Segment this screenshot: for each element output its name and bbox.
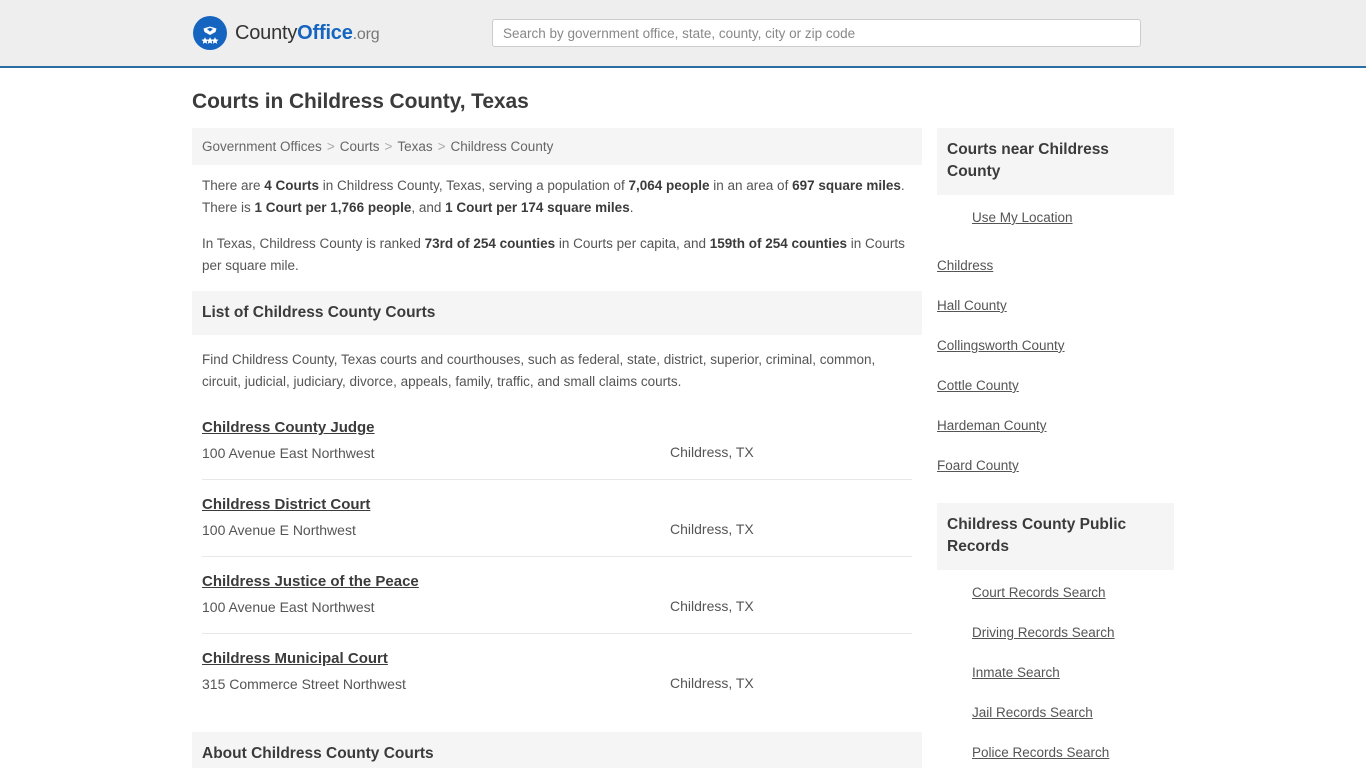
- intro-paragraph-rankings: In Texas, Childress County is ranked 73r…: [202, 233, 912, 277]
- list-item: Jail Records Search: [972, 704, 1174, 722]
- logo-text-org: .org: [352, 25, 380, 43]
- breadcrumb-separator: >: [437, 139, 446, 154]
- breadcrumb-item-courts[interactable]: Courts: [340, 139, 380, 154]
- list-item: Driving Records Search: [972, 624, 1174, 642]
- sidebar: Courts near Childress County Use My Loca…: [937, 128, 1174, 768]
- court-name-link[interactable]: Childress County Judge: [202, 419, 375, 436]
- site-logo-link[interactable]: CountyOffice.org: [192, 15, 380, 51]
- section-heading-about: About Childress County Courts: [192, 732, 922, 768]
- sidebar-item-police-records-search[interactable]: Police Records Search: [972, 745, 1109, 760]
- stat-population: 7,064 people: [628, 178, 710, 193]
- sidebar-block-nearby-courts: Courts near Childress County Use My Loca…: [937, 128, 1174, 475]
- sidebar-heading-public-records: Childress County Public Records: [937, 502, 1174, 570]
- sidebar-nearby-location-list: Use My Location: [937, 195, 1174, 227]
- court-name-link[interactable]: Childress Municipal Court: [202, 650, 388, 667]
- stat-rank-per-capita: 73rd of 254 counties: [424, 236, 556, 251]
- use-my-location-link[interactable]: Use My Location: [972, 210, 1073, 225]
- intro-text: in an area of: [709, 178, 793, 193]
- list-item: Court Records Search: [972, 584, 1174, 602]
- sidebar-heading-nearby: Courts near Childress County: [937, 128, 1174, 195]
- court-list: Childress County Judge 100 Avenue East N…: [192, 403, 922, 710]
- list-item: Police Records Search: [972, 744, 1174, 762]
- logo-text-office: Office: [297, 21, 353, 44]
- breadcrumb-item-texas[interactable]: Texas: [397, 139, 432, 154]
- sidebar-item-hardeman-county[interactable]: Hardeman County: [937, 418, 1047, 433]
- sidebar-item-foard-county[interactable]: Foard County: [937, 458, 1019, 473]
- breadcrumb-item-childress-county[interactable]: Childress County: [451, 139, 554, 154]
- intro-statistics: There are 4 Courts in Childress County, …: [192, 165, 922, 277]
- stat-area: 697 square miles: [792, 178, 901, 193]
- list-item: Use My Location: [972, 209, 1174, 227]
- court-details: Childress Municipal Court 315 Commerce S…: [202, 650, 670, 695]
- sidebar-item-inmate-search[interactable]: Inmate Search: [972, 665, 1060, 680]
- court-details: Childress District Court 100 Avenue E No…: [202, 496, 670, 541]
- court-list-description: Find Childress County, Texas courts and …: [202, 352, 876, 390]
- court-address: 100 Avenue East Northwest: [202, 445, 375, 462]
- intro-text: In Texas, Childress County is ranked: [202, 236, 425, 251]
- intro-paragraph-counts: There are 4 Courts in Childress County, …: [202, 175, 912, 219]
- court-details: Childress County Judge 100 Avenue East N…: [202, 419, 670, 464]
- sidebar-nearby-list: Childress Hall County Collingsworth Coun…: [937, 249, 1174, 475]
- table-row: Childress District Court 100 Avenue E No…: [202, 480, 912, 558]
- court-address: 100 Avenue E Northwest: [202, 522, 356, 539]
- list-item: Collingsworth County: [937, 337, 1174, 355]
- content-columns: Government Offices > Courts > Texas > Childres…: [192, 128, 1174, 768]
- site-header: CountyOffice.org: [0, 0, 1366, 68]
- court-address: 315 Commerce Street Northwest: [202, 676, 406, 693]
- breadcrumb-separator: >: [326, 139, 335, 154]
- table-row: Childress Justice of the Peace 100 Avenu…: [202, 557, 912, 635]
- sidebar-item-collingsworth-county[interactable]: Collingsworth County: [937, 338, 1065, 353]
- sidebar-item-court-records-search[interactable]: Court Records Search: [972, 585, 1106, 600]
- stat-rank-per-square-mile: 159th of 254 counties: [709, 236, 848, 251]
- intro-text: in Childress County, Texas, serving a po…: [319, 178, 629, 193]
- list-item: Inmate Search: [972, 664, 1174, 682]
- breadcrumb-item-government-offices[interactable]: Government Offices: [202, 139, 322, 154]
- site-logo-text: CountyOffice.org: [235, 21, 380, 45]
- list-item: Hardeman County: [937, 417, 1174, 435]
- eagle-shield-logo-icon: [192, 15, 228, 51]
- table-row: Childress County Judge 100 Avenue East N…: [202, 403, 912, 481]
- intro-text: , and: [411, 200, 446, 215]
- court-city: Childress, TX: [670, 675, 754, 692]
- sidebar-item-driving-records-search[interactable]: Driving Records Search: [972, 625, 1115, 640]
- stat-courts-per-area: 1 Court per 174 square miles: [445, 200, 630, 215]
- search-container: [492, 19, 1141, 47]
- sidebar-item-childress[interactable]: Childress: [937, 258, 993, 273]
- logo-text-county: County: [235, 21, 298, 44]
- breadcrumb-separator: >: [384, 139, 393, 154]
- court-city: Childress, TX: [670, 598, 754, 615]
- section-heading-court-list: List of Childress County Courts: [192, 291, 922, 336]
- list-item: Foard County: [937, 457, 1174, 475]
- court-name-link[interactable]: Childress District Court: [202, 496, 370, 513]
- search-input[interactable]: [492, 19, 1141, 47]
- intro-text: There are: [202, 178, 265, 193]
- breadcrumb: Government Offices > Courts > Texas > Childres…: [192, 128, 922, 165]
- court-city: Childress, TX: [670, 444, 754, 461]
- court-city: Childress, TX: [670, 521, 754, 538]
- intro-text: .: [629, 200, 634, 215]
- list-item: Childress: [937, 257, 1174, 275]
- list-item: Hall County: [937, 297, 1174, 315]
- stat-court-count: 4 Courts: [264, 178, 320, 193]
- page-title: Courts in Childress County, Texas: [192, 90, 529, 113]
- intro-text: in Courts per capita, and: [555, 236, 710, 251]
- sidebar-public-records-list: Court Records Search Driving Records Sea…: [937, 570, 1174, 768]
- court-address: 100 Avenue East Northwest: [202, 599, 375, 616]
- court-name-link[interactable]: Childress Justice of the Peace: [202, 573, 419, 590]
- table-row: Childress Municipal Court 315 Commerce S…: [202, 634, 912, 710]
- main-column: Government Offices > Courts > Texas > Childres…: [192, 128, 922, 768]
- sidebar-item-hall-county[interactable]: Hall County: [937, 298, 1007, 313]
- sidebar-item-jail-records-search[interactable]: Jail Records Search: [972, 705, 1093, 720]
- court-details: Childress Justice of the Peace 100 Avenu…: [202, 573, 670, 618]
- page-content: Courts in Childress County, Texas Govern…: [0, 90, 1366, 768]
- stat-courts-per-people: 1 Court per 1,766 people: [254, 200, 412, 215]
- sidebar-item-cottle-county[interactable]: Cottle County: [937, 378, 1019, 393]
- sidebar-block-public-records: Childress County Public Records Court Re…: [937, 502, 1174, 768]
- list-item: Cottle County: [937, 377, 1174, 395]
